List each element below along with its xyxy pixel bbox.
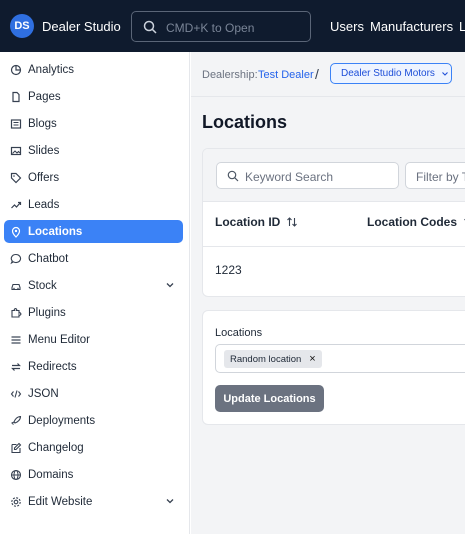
sidebar-item-domains[interactable]: Domains [4, 463, 183, 486]
page-title: Locations [202, 112, 288, 132]
sidebar-item-pages[interactable]: Pages [4, 85, 183, 108]
sidebar-item-label: Menu Editor [28, 333, 91, 346]
location-chip: Random location × [224, 350, 322, 368]
sidebar-item-blogs[interactable]: Blogs [4, 112, 183, 135]
menu-icon [4, 334, 28, 346]
nav-users[interactable]: Users [330, 19, 364, 34]
search-icon [143, 20, 157, 34]
dealership-selector[interactable]: Dealer Studio Motors [330, 63, 452, 84]
nav-manufacturers[interactable]: Manufacturers [370, 19, 453, 34]
sidebar-item-label: Changelog [28, 441, 84, 454]
sidebar-item-deployments[interactable]: Deployments [4, 409, 183, 432]
sidebar-item-label: Blogs [28, 117, 57, 130]
sidebar-item-label: Edit Website [28, 495, 93, 508]
update-locations-button[interactable]: Update Locations [215, 385, 324, 412]
map-pin-icon [4, 226, 28, 238]
sort-icon [287, 217, 298, 227]
sidebar-item-json[interactable]: JSON [4, 382, 183, 405]
sidebar-item-label: Leads [28, 198, 60, 211]
remove-chip-icon[interactable]: × [309, 353, 315, 365]
locations-form-card: Locations Random location × Update Locat… [202, 310, 465, 425]
nav-more[interactable]: L [459, 19, 465, 34]
chevron-down-icon [442, 71, 448, 76]
sidebar-item-label: Analytics [28, 63, 75, 76]
command-search[interactable]: CMD+K to Open [131, 11, 311, 42]
sidebar-item-label: JSON [28, 387, 59, 400]
dealership-selector-label: Dealer Studio Motors [341, 68, 435, 79]
rocket-icon [4, 415, 28, 427]
page-icon [4, 91, 28, 103]
chart-pie-icon [4, 64, 28, 76]
column-header-location-codes[interactable]: Location Codes [367, 215, 465, 229]
sidebar-item-label: Pages [28, 90, 61, 103]
main-content: Dealership: Test Dealer / Dealer Studio … [191, 52, 465, 534]
filter-placeholder: Filter by T [416, 170, 465, 184]
breadcrumb: Dealership: Test Dealer / Dealer Studio … [191, 52, 465, 97]
blog-icon [4, 118, 28, 130]
sidebar-item-analytics[interactable]: Analytics [4, 58, 183, 81]
breadcrumb-dealer-link[interactable]: Test Dealer [258, 69, 314, 81]
car-icon [4, 280, 28, 292]
sidebar-item-stock[interactable]: Stock [4, 274, 183, 297]
sidebar-item-plugins[interactable]: Plugins [4, 301, 183, 324]
chat-icon [4, 253, 28, 265]
sidebar-item-redirects[interactable]: Redirects [4, 355, 183, 378]
search-placeholder: CMD+K to Open [166, 21, 255, 35]
locations-multiselect[interactable]: Random location × [215, 344, 465, 373]
search-icon [227, 170, 239, 182]
sidebar-item-label: Redirects [28, 360, 77, 373]
sidebar-item-locations[interactable]: Locations [4, 220, 183, 243]
code-icon [4, 388, 28, 400]
column-header-label: Location ID [215, 215, 281, 229]
trend-icon [4, 199, 28, 211]
filter-input[interactable]: Filter by T [405, 162, 465, 189]
sidebar-item-label: Offers [28, 171, 60, 184]
sidebar-item-chatbot[interactable]: Chatbot [4, 247, 183, 270]
puzzle-icon [4, 307, 28, 319]
sidebar-item-label: Locations [28, 225, 83, 238]
redirect-icon [4, 361, 28, 373]
keyword-search-input[interactable]: Keyword Search [216, 162, 399, 189]
keyword-search-placeholder: Keyword Search [245, 170, 334, 184]
gear-icon [4, 496, 28, 508]
sidebar-item-label: Slides [28, 144, 60, 157]
sidebar-item-menu-editor[interactable]: Menu Editor [4, 328, 183, 351]
table-cell-location-id[interactable]: 1223 [215, 263, 242, 277]
column-header-label: Location Codes [367, 215, 458, 229]
table-header-divider [203, 246, 465, 247]
sidebar-item-label: Deployments [28, 414, 96, 427]
edit-icon [4, 442, 28, 454]
brand-name[interactable]: Dealer Studio [42, 19, 121, 34]
tag-icon [4, 172, 28, 184]
breadcrumb-label: Dealership: [202, 69, 258, 81]
sidebar-item-changelog[interactable]: Changelog [4, 436, 183, 459]
breadcrumb-separator: / [315, 66, 319, 82]
filter-bar: Keyword Search Filter by T [203, 149, 465, 202]
locations-table-card: Keyword Search Filter by T Location ID L… [202, 148, 465, 297]
sidebar-item-edit-website[interactable]: Edit Website [4, 490, 183, 513]
logo[interactable]: DS [10, 14, 34, 38]
chevron-down-icon[interactable] [165, 280, 175, 290]
column-header-location-id[interactable]: Location ID [215, 215, 298, 229]
sidebar-item-leads[interactable]: Leads [4, 193, 183, 216]
globe-icon [4, 469, 28, 481]
sidebar: Analytics Pages Blogs Slides Offers Lead… [0, 52, 190, 534]
sidebar-item-label: Plugins [28, 306, 66, 319]
locations-field-label: Locations [215, 327, 263, 339]
top-bar: DS Dealer Studio CMD+K to Open Users Man… [0, 0, 465, 52]
sidebar-item-label: Stock [28, 279, 57, 292]
sidebar-item-slides[interactable]: Slides [4, 139, 183, 162]
chevron-down-icon[interactable] [165, 496, 175, 506]
location-chip-label: Random location [230, 353, 302, 365]
image-icon [4, 145, 28, 157]
sidebar-item-label: Domains [28, 468, 74, 481]
sidebar-item-label: Chatbot [28, 252, 69, 265]
sidebar-item-offers[interactable]: Offers [4, 166, 183, 189]
